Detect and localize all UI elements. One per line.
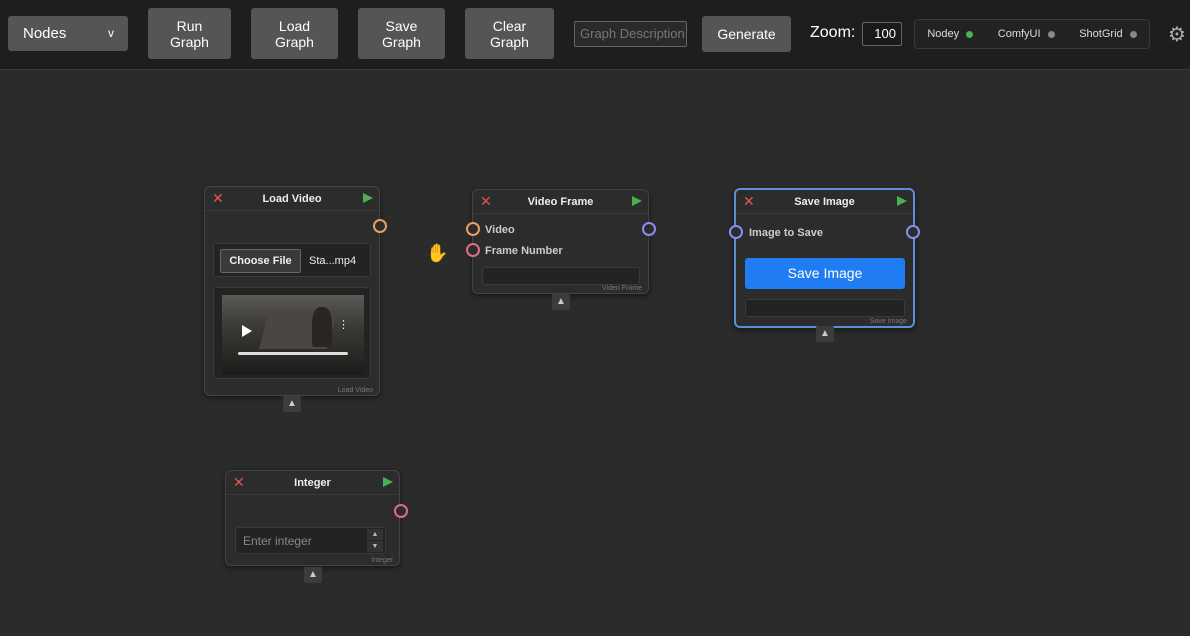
chevron-down-icon: v (108, 26, 114, 40)
node-footer-label: Save Image (869, 318, 907, 325)
connection-status: Nodey ComfyUI ShotGrid (914, 19, 1150, 49)
gear-icon[interactable]: ⚙ (1168, 22, 1190, 46)
collapse-toggle-icon[interactable]: ▲ (304, 567, 322, 583)
file-input: Choose File Sta...mp4 (213, 243, 371, 277)
input-port-video[interactable] (466, 222, 480, 236)
status-label: ComfyUI (997, 28, 1041, 40)
node-title: Load Video (262, 193, 322, 205)
input-label-image: Image to Save (749, 227, 823, 239)
node-save-image[interactable]: ✕ Save Image Image to Save Save Image Sa… (729, 188, 920, 328)
status-label: Nodey (927, 28, 960, 40)
video-player[interactable]: ⋮ (222, 295, 364, 375)
more-options-icon[interactable]: ⋮ (338, 320, 349, 337)
status-comfyui: ComfyUI (998, 28, 1055, 40)
graph-description-input[interactable]: Graph Description (574, 21, 687, 47)
node-header[interactable]: ✕ Video Frame (473, 190, 648, 214)
node-integer[interactable]: ✕ Integer Enter integer ▲ ▼ Integer (225, 470, 408, 566)
clear-graph-button[interactable]: Clear Graph (465, 8, 554, 59)
node-title: Video Frame (527, 196, 594, 208)
output-port[interactable] (642, 222, 656, 236)
node-footer-label: Video Frame (602, 285, 642, 292)
status-nodey: Nodey (927, 28, 974, 40)
status-label: ShotGrid (1079, 28, 1123, 40)
status-dot-icon (966, 30, 974, 38)
video-preview-frame: ⋮ (213, 287, 371, 379)
output-port[interactable] (373, 219, 387, 233)
run-graph-button[interactable]: Run Graph (148, 8, 231, 59)
input-port-image[interactable] (729, 225, 743, 239)
play-icon[interactable] (897, 196, 907, 206)
choose-file-button[interactable]: Choose File (220, 249, 301, 273)
collapse-toggle-icon[interactable]: ▲ (552, 294, 570, 310)
integer-input[interactable]: Enter integer ▲ ▼ (235, 527, 386, 554)
file-name: Sta...mp4 (309, 255, 357, 267)
save-image-button[interactable]: Save Image (745, 258, 905, 289)
generate-button[interactable]: Generate (702, 16, 791, 52)
hand-cursor-icon: ✋ (426, 243, 449, 263)
toolbar: Nodes v Run Graph Load Graph Save Graph … (0, 0, 1190, 70)
node-video-frame[interactable]: ✕ Video Frame Video Frame Number Video F… (466, 189, 656, 294)
node-header[interactable]: ✕ Save Image (736, 190, 913, 214)
input-label-frame-number: Frame Number (485, 245, 563, 257)
spin-up-icon[interactable]: ▲ (367, 529, 383, 540)
play-icon[interactable] (632, 196, 642, 206)
node-load-video[interactable]: ✕ Load Video Choose File Sta...mp4 ⋮ Loa… (204, 186, 387, 396)
nodes-select[interactable]: Nodes v (8, 16, 128, 51)
input-label-video: Video (485, 224, 515, 236)
node-output-area (482, 267, 640, 285)
play-icon[interactable] (363, 193, 373, 203)
spin-down-icon[interactable]: ▼ (367, 541, 383, 552)
play-icon[interactable] (242, 325, 252, 337)
node-output-area (745, 299, 905, 317)
output-port[interactable] (906, 225, 920, 239)
output-port[interactable] (394, 504, 408, 518)
collapse-toggle-icon[interactable]: ▲ (283, 396, 301, 412)
video-progress-bar[interactable] (238, 352, 348, 355)
node-footer-label: Load Video (337, 387, 373, 394)
collapse-toggle-icon[interactable]: ▲ (816, 326, 834, 342)
video-figure (312, 307, 332, 347)
load-graph-button[interactable]: Load Graph (251, 8, 338, 59)
nodes-select-label: Nodes (23, 25, 67, 42)
node-title: Save Image (794, 196, 855, 208)
node-header[interactable]: ✕ Load Video (205, 187, 379, 211)
node-header[interactable]: ✕ Integer (226, 471, 399, 495)
input-port-frame-number[interactable] (466, 243, 480, 257)
play-icon[interactable] (383, 477, 393, 487)
zoom-label: Zoom: (810, 24, 856, 41)
zoom-input[interactable]: 100 (862, 22, 902, 46)
integer-input-placeholder: Enter integer (243, 534, 312, 548)
status-dot-icon (1047, 30, 1055, 38)
node-footer-label: Integer (371, 557, 393, 564)
save-graph-button[interactable]: Save Graph (358, 8, 445, 59)
status-shotgrid: ShotGrid (1079, 28, 1137, 40)
node-title: Integer (294, 477, 331, 489)
status-dot-icon (1129, 30, 1137, 38)
